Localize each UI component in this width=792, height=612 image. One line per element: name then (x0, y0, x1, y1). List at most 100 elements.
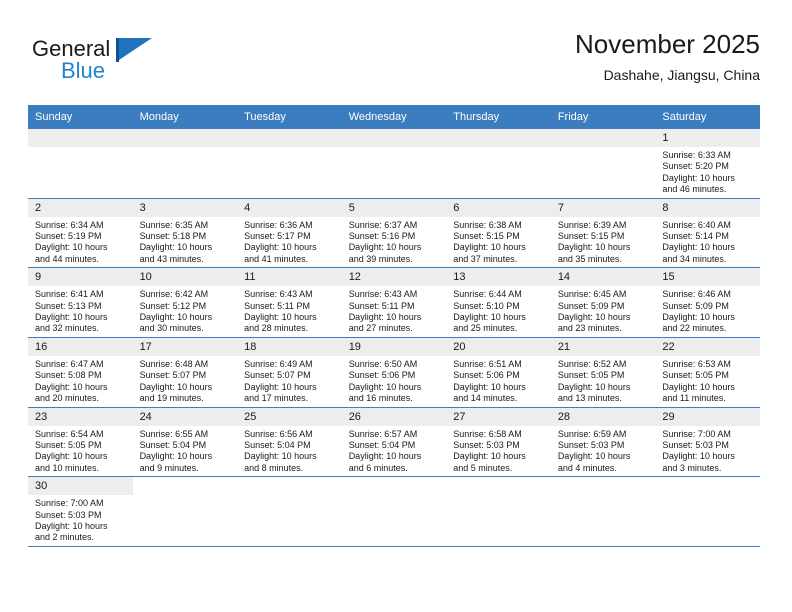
day-details: Sunrise: 6:51 AM Sunset: 5:06 PM Daylight:… (446, 356, 551, 407)
day-number: 8 (655, 198, 760, 217)
day-number: 20 (446, 337, 551, 356)
daylight-text-line2: and 43 minutes. (139, 253, 204, 264)
calendar-day-cell[interactable]: 15 Sunrise: 6:46 AM Sunset: 5:09 PM Dayligh… (655, 267, 760, 338)
calendar-day-cell[interactable]: 24 Sunrise: 6:55 AM Sunset: 5:04 PM Dayligh… (132, 407, 238, 478)
calendar-day-cell[interactable]: 27 Sunrise: 6:58 AM Sunset: 5:03 PM Dayligh… (446, 407, 551, 478)
calendar-day-cell[interactable]: 22 Sunrise: 6:53 AM Sunset: 5:05 PM Dayligh… (655, 337, 760, 408)
calendar-cell-blank[interactable] (132, 129, 238, 199)
daylight-text-line2: and 39 minutes. (348, 253, 413, 264)
calendar-day-cell[interactable]: 19 Sunrise: 6:50 AM Sunset: 5:06 PM Dayligh… (341, 337, 447, 408)
daylight-text-line2: and 44 minutes. (35, 253, 100, 264)
day-details: Sunrise: 6:48 AM Sunset: 5:07 PM Daylight:… (133, 356, 238, 407)
day-number: 6 (446, 198, 551, 217)
weekday-header-tuesday: Tuesday (237, 105, 342, 129)
daylight-text-line1: Daylight: 10 hours (244, 312, 317, 323)
day-number: 2 (28, 198, 133, 217)
calendar-cell-blank[interactable] (550, 129, 656, 199)
daylight-text-line2: and 11 minutes. (662, 393, 726, 404)
sunset-text: Sunset: 5:06 PM (348, 370, 416, 381)
day-number: 27 (446, 407, 551, 426)
sunrise-text: Sunrise: 6:38 AM (453, 219, 522, 230)
calendar-page: General Blue November 2025 Dashahe, Jian… (0, 0, 792, 612)
general-blue-logo[interactable]: General Blue (32, 36, 232, 92)
sunset-text: Sunset: 5:11 PM (348, 300, 415, 311)
calendar-day-cell[interactable]: 25 Sunrise: 6:56 AM Sunset: 5:04 PM Dayligh… (237, 407, 342, 478)
day-details: Sunrise: 6:58 AM Sunset: 5:03 PM Daylight:… (446, 426, 551, 477)
calendar-day-cell[interactable]: 29 Sunrise: 7:00 AM Sunset: 5:03 PM Dayligh… (655, 407, 760, 478)
calendar-cell-blank[interactable] (237, 129, 342, 199)
calendar-day-cell[interactable]: 13 Sunrise: 6:44 AM Sunset: 5:10 PM Dayligh… (446, 267, 551, 338)
daylight-text-line1: Daylight: 10 hours (348, 242, 422, 253)
calendar-day-cell[interactable]: 3 Sunrise: 6:35 AM Sunset: 5:18 PM Daylight… (132, 198, 238, 269)
calendar-day-cell[interactable]: 16 Sunrise: 6:47 AM Sunset: 5:08 PM Dayligh… (28, 337, 133, 408)
daylight-text-line1: Daylight: 10 hours (139, 451, 213, 462)
daylight-text-line2: and 13 minutes. (557, 393, 622, 404)
sunset-text: Sunset: 5:07 PM (139, 370, 207, 381)
day-details: Sunrise: 6:50 AM Sunset: 5:06 PM Daylight:… (342, 356, 447, 407)
sunrise-text: Sunrise: 6:48 AM (139, 358, 209, 369)
day-cell-inner: 2 Sunrise: 6:34 AM Sunset: 5:19 PM Daylight… (28, 198, 133, 268)
day-cell-inner: 20 Sunrise: 6:51 AM Sunset: 5:06 PM Dayligh… (446, 337, 551, 407)
daylight-text-line2: and 8 minutes. (244, 462, 304, 473)
daylight-text-line2: and 4 minutes. (557, 462, 617, 473)
calendar-day-cell[interactable]: 2 Sunrise: 6:34 AM Sunset: 5:19 PM Daylight… (28, 198, 133, 269)
day-details: Sunrise: 6:45 AM Sunset: 5:09 PM Daylight:… (551, 286, 656, 337)
calendar-day-cell[interactable]: 20 Sunrise: 6:51 AM Sunset: 5:06 PM Dayligh… (446, 337, 551, 408)
calendar-day-cell[interactable]: 28 Sunrise: 6:59 AM Sunset: 5:03 PM Dayligh… (550, 407, 656, 478)
daylight-text-line1: Daylight: 10 hours (244, 381, 317, 392)
sunset-text: Sunset: 5:11 PM (244, 300, 310, 311)
day-details: Sunrise: 6:37 AM Sunset: 5:16 PM Daylight:… (342, 217, 447, 268)
calendar-day-cell[interactable]: 30 Sunrise: 7:00 AM Sunset: 5:03 PM Dayligh… (28, 476, 133, 547)
calendar-day-cell[interactable]: 21 Sunrise: 6:52 AM Sunset: 5:05 PM Dayligh… (550, 337, 656, 408)
daylight-text-line2: and 14 minutes. (453, 393, 518, 404)
day-number: 4 (237, 198, 342, 217)
calendar-day-cell[interactable]: 6 Sunrise: 6:38 AM Sunset: 5:15 PM Daylight… (446, 198, 551, 269)
calendar-day-cell[interactable]: 7 Sunrise: 6:39 AM Sunset: 5:15 PM Daylight… (550, 198, 656, 269)
calendar-cell-blank[interactable] (446, 129, 551, 199)
daylight-text-line1: Daylight: 10 hours (348, 312, 422, 323)
calendar-day-cell[interactable]: 10 Sunrise: 6:42 AM Sunset: 5:12 PM Dayligh… (132, 267, 238, 338)
sunset-text: Sunset: 5:09 PM (662, 300, 729, 311)
calendar-day-cell[interactable]: 5 Sunrise: 6:37 AM Sunset: 5:16 PM Daylight… (341, 198, 447, 269)
calendar-day-cell[interactable]: 12 Sunrise: 6:43 AM Sunset: 5:11 PM Dayligh… (341, 267, 447, 338)
calendar-cell-blank[interactable] (28, 129, 133, 199)
day-number: 29 (655, 407, 760, 426)
day-cell-inner: 30 Sunrise: 7:00 AM Sunset: 5:03 PM Dayligh… (28, 477, 133, 546)
sunset-text: Sunset: 5:14 PM (662, 231, 729, 242)
sunrise-sunset-calendar: Sunday Monday Tuesday Wednesday Thursday… (28, 105, 760, 547)
daylight-text-line1: Daylight: 10 hours (453, 381, 526, 392)
calendar-day-cell[interactable]: 23 Sunrise: 6:54 AM Sunset: 5:05 PM Dayligh… (28, 407, 133, 478)
calendar-day-cell[interactable]: 4 Sunrise: 6:36 AM Sunset: 5:17 PM Daylight… (237, 198, 342, 269)
sunset-text: Sunset: 5:03 PM (35, 509, 102, 520)
daylight-text-line1: Daylight: 10 hours (35, 242, 108, 253)
day-number: 14 (550, 268, 656, 287)
calendar-day-cell[interactable]: 18 Sunrise: 6:49 AM Sunset: 5:07 PM Dayligh… (237, 337, 342, 408)
calendar-day-cell[interactable]: 11 Sunrise: 6:43 AM Sunset: 5:11 PM Dayligh… (237, 267, 342, 338)
calendar-cell-blank[interactable] (341, 129, 447, 199)
blue-flag-triangle-icon (116, 38, 152, 62)
day-number: 5 (341, 198, 447, 217)
daylight-text-line1: Daylight: 10 hours (348, 381, 422, 392)
calendar-day-cell[interactable]: 1 Sunrise: 6:33 AM Sunset: 5:20 PM Daylight… (655, 129, 760, 199)
daylight-text-line1: Daylight: 10 hours (662, 242, 735, 253)
day-cell-inner: 28 Sunrise: 6:59 AM Sunset: 5:03 PM Dayligh… (550, 407, 656, 477)
day-number: 3 (132, 198, 238, 217)
sunrise-text: Sunrise: 6:43 AM (244, 289, 313, 300)
daylight-text-line2: and 19 minutes. (139, 393, 204, 404)
calendar-day-cell[interactable]: 26 Sunrise: 6:57 AM Sunset: 5:04 PM Dayligh… (341, 407, 447, 478)
calendar-day-cell[interactable]: 8 Sunrise: 6:40 AM Sunset: 5:14 PM Daylight… (655, 198, 760, 269)
calendar-day-cell[interactable]: 17 Sunrise: 6:48 AM Sunset: 5:07 PM Dayligh… (132, 337, 238, 408)
calendar-day-cell[interactable]: 9 Sunrise: 6:41 AM Sunset: 5:13 PM Daylight… (28, 267, 133, 338)
daylight-text-line2: and 37 minutes. (453, 253, 518, 264)
sunset-text: Sunset: 5:15 PM (557, 231, 625, 242)
day-number: 15 (655, 268, 760, 287)
calendar-day-cell[interactable]: 14 Sunrise: 6:45 AM Sunset: 5:09 PM Dayligh… (550, 267, 656, 338)
logo-text-blue: Blue (61, 58, 106, 83)
daylight-text-line1: Daylight: 10 hours (557, 312, 631, 323)
daylight-text-line1: Daylight: 10 hours (35, 451, 108, 462)
daylight-text-line1: Daylight: 10 hours (453, 312, 526, 323)
daylight-text-line2: and 32 minutes. (35, 323, 100, 334)
daylight-text-line2: and 41 minutes. (244, 253, 309, 264)
day-details: Sunrise: 6:33 AM Sunset: 5:20 PM Daylight:… (655, 147, 760, 198)
daylight-text-line2: and 5 minutes. (453, 462, 513, 473)
